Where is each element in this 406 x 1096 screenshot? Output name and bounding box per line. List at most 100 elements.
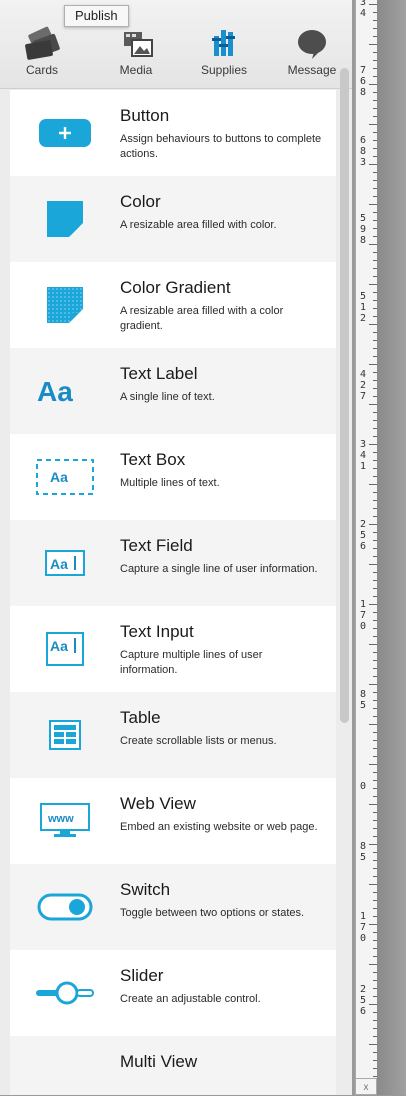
ruler-digit: 1 xyxy=(360,599,367,610)
ruler-digit: 8 xyxy=(360,689,367,700)
list-item[interactable]: Aa Text Label A single line of text. xyxy=(10,348,336,434)
ruler-digit: 0 xyxy=(360,781,367,792)
cards-icon xyxy=(2,22,82,60)
ruler-digit: 1 xyxy=(360,911,367,922)
ruler-digit: 6 xyxy=(360,76,367,87)
item-description: A resizable area filled with a color gra… xyxy=(120,305,284,332)
ruler-corner: x xyxy=(355,1078,377,1095)
supplies-icon xyxy=(184,22,264,60)
svg-text:www: www xyxy=(47,813,74,825)
list-item[interactable]: Color A resizable area filled with color. xyxy=(10,176,336,262)
ruler-digit: 4 xyxy=(360,369,367,380)
color-icon xyxy=(10,176,120,262)
ruler-digit: 5 xyxy=(360,852,367,863)
ruler-digit: 1 xyxy=(360,461,367,472)
item-title: Multi View xyxy=(120,1052,198,1071)
ruler-digit: 0 xyxy=(360,621,367,632)
list-item[interactable]: www Web View Embed an existing website or… xyxy=(10,778,336,864)
multi-view-icon xyxy=(10,1036,120,1095)
item-title: Slider xyxy=(120,966,164,985)
svg-text:Aa: Aa xyxy=(37,376,73,407)
ruler-digit: 6 xyxy=(360,541,367,552)
item-description: Create scrollable lists or menus. xyxy=(120,735,277,747)
ruler-digit: 5 xyxy=(360,530,367,541)
ruler-digit: 1 xyxy=(360,302,367,313)
item-description: Assign behaviours to buttons to complete… xyxy=(120,133,322,160)
item-description: A single line of text. xyxy=(120,391,215,403)
toolbar-cards-button[interactable]: Cards xyxy=(2,22,82,77)
list-item[interactable]: Multi View xyxy=(10,1036,336,1095)
ruler-digit: 2 xyxy=(360,519,367,530)
list-item[interactable]: Table Create scrollable lists or menus. xyxy=(10,692,336,778)
item-description: Capture multiple lines of user informati… xyxy=(120,649,263,676)
svg-text:Aa: Aa xyxy=(50,638,68,654)
web-view-icon: www xyxy=(10,778,120,864)
item-title: Text Field xyxy=(120,536,193,555)
ruler-digit: 8 xyxy=(360,841,367,852)
ruler-digit: 2 xyxy=(360,380,367,391)
item-title: Color xyxy=(120,192,161,211)
canvas-edge xyxy=(377,0,406,1095)
item-description: Capture a single line of user informatio… xyxy=(120,563,318,575)
ruler-digit: 8 xyxy=(360,235,367,246)
item-title: Text Label xyxy=(120,364,198,383)
ruler-digit: 3 xyxy=(360,157,367,168)
message-icon xyxy=(272,22,352,60)
ruler-digit: 6 xyxy=(360,135,367,146)
switch-icon xyxy=(10,864,120,950)
toolbar-label: Cards xyxy=(25,63,58,77)
svg-text:Aa: Aa xyxy=(50,556,68,572)
item-description: Toggle between two options or states. xyxy=(120,907,305,919)
text-input-icon: Aa xyxy=(10,606,120,692)
ruler-digit: 7 xyxy=(360,391,367,402)
item-title: Web View xyxy=(120,794,196,813)
item-title: Color Gradient xyxy=(120,278,231,297)
list-item[interactable]: Button Assign behaviours to buttons to co… xyxy=(10,90,336,176)
svg-text:Aa: Aa xyxy=(50,469,68,485)
list-item[interactable]: Aa Text Box Multiple lines of text. xyxy=(10,434,336,520)
list-item[interactable]: Color Gradient A resizable area filled wi… xyxy=(10,262,336,348)
ruler-digit: 2 xyxy=(360,313,367,324)
ruler-digit: 5 xyxy=(360,291,367,302)
ruler-digit: 4 xyxy=(360,8,367,19)
list-item[interactable]: Aa Text Input Capture multiple lines of u… xyxy=(10,606,336,692)
toolbar-label: Supplies xyxy=(200,63,248,77)
supplies-panel: Publish Cards Media Supplies Message But… xyxy=(0,0,352,1095)
item-description: Multiple lines of text. xyxy=(120,477,220,489)
item-title: Text Input xyxy=(120,622,194,641)
ruler-digit: 8 xyxy=(360,87,367,98)
toolbar: Publish Cards Media Supplies Message xyxy=(0,0,352,89)
ruler-digit: 9 xyxy=(360,224,367,235)
vertical-ruler: 3476868359851242734125617085085170256 xyxy=(355,0,379,1080)
table-icon xyxy=(10,692,120,778)
button-icon xyxy=(10,90,120,176)
toolbar-label: Media xyxy=(119,63,153,77)
supplies-list: Button Assign behaviours to buttons to co… xyxy=(10,90,336,1095)
ruler-digit: 8 xyxy=(360,146,367,157)
ruler-digit: 3 xyxy=(360,0,367,8)
ruler-digit: 0 xyxy=(360,933,367,944)
text-label-icon: Aa xyxy=(10,348,120,434)
item-title: Text Box xyxy=(120,450,186,469)
ruler-digit: 5 xyxy=(360,995,367,1006)
ruler-digit: 4 xyxy=(360,450,367,461)
toolbar-media-button[interactable]: Media xyxy=(96,22,176,77)
item-description: Create an adjustable control. xyxy=(120,993,261,1005)
ruler-digit: 6 xyxy=(360,1006,367,1017)
ruler-digit: 7 xyxy=(360,65,367,76)
toolbar-supplies-button[interactable]: Supplies xyxy=(184,22,264,77)
item-description: Embed an existing website or web page. xyxy=(120,821,318,833)
list-item[interactable]: Aa Text Field Capture a single line of us… xyxy=(10,520,336,606)
list-item[interactable]: Slider Create an adjustable control. xyxy=(10,950,336,1036)
ruler-digit: 5 xyxy=(360,700,367,711)
list-item[interactable]: Switch Toggle between two options or stat… xyxy=(10,864,336,950)
item-description: A resizable area filled with color. xyxy=(120,219,277,231)
list-scrollbar[interactable] xyxy=(340,68,349,723)
ruler-digit: 7 xyxy=(360,922,367,933)
media-icon xyxy=(96,22,176,60)
item-title: Switch xyxy=(120,880,171,899)
item-title: Button xyxy=(120,106,170,125)
text-box-icon: Aa xyxy=(10,434,120,520)
ruler-digit: 5 xyxy=(360,213,367,224)
color-gradient-icon xyxy=(10,262,120,348)
